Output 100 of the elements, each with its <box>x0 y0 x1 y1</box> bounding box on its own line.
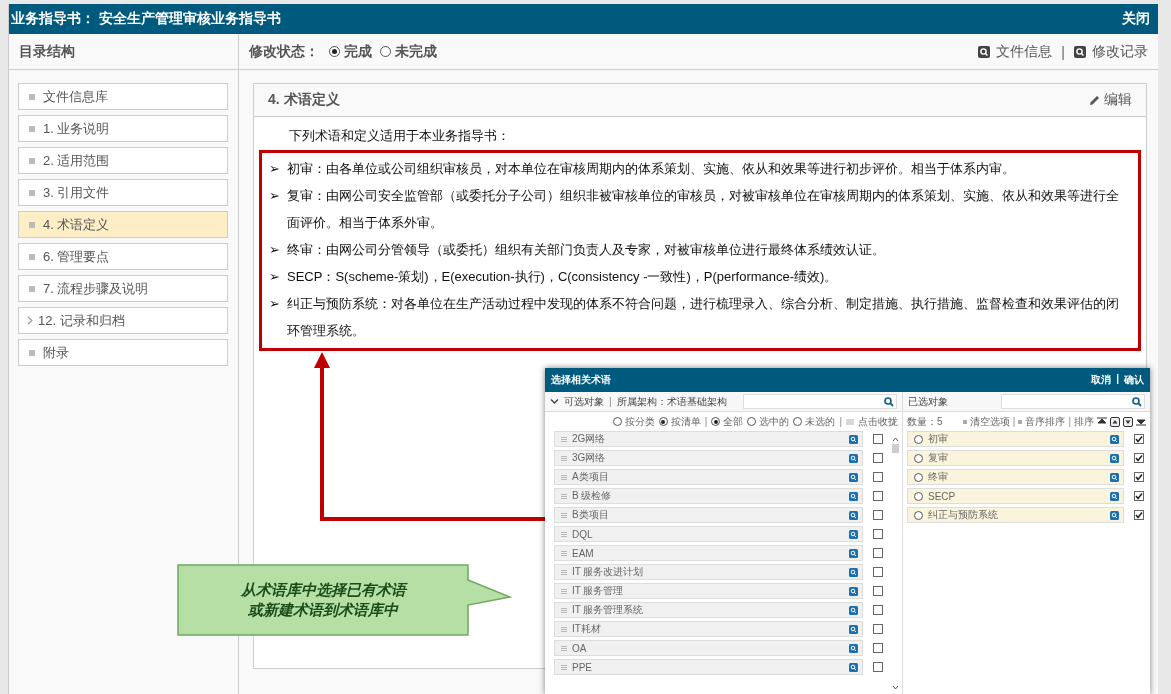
sidebar-item[interactable]: 2. 适用范围 <box>18 147 228 174</box>
search-icon[interactable] <box>1110 510 1119 520</box>
sidebar-item[interactable]: 12. 记录和归档 <box>18 307 228 334</box>
search-icon[interactable] <box>849 662 858 672</box>
move-down-icon[interactable] <box>1123 416 1133 427</box>
search-icon[interactable] <box>849 491 858 501</box>
scroll-thumb[interactable] <box>892 444 899 453</box>
term-item[interactable]: PPE <box>554 659 863 675</box>
radio-button[interactable] <box>658 417 668 426</box>
checkbox[interactable] <box>873 662 883 672</box>
sidebar-item[interactable]: 1. 业务说明 <box>18 115 228 142</box>
radio-label[interactable]: 按清单 <box>670 414 701 429</box>
search-icon[interactable] <box>849 624 858 634</box>
move-bottom-icon[interactable] <box>1136 417 1146 426</box>
term-item[interactable]: IT 服务管理 <box>554 583 863 599</box>
sidebar-item[interactable]: 4. 术语定义 <box>18 211 228 238</box>
checkbox[interactable] <box>873 643 883 653</box>
chevron-icon[interactable] <box>550 398 559 405</box>
checkbox[interactable] <box>1134 510 1144 520</box>
radio-label[interactable]: 未选的 <box>805 414 836 429</box>
sidebar-item[interactable]: 7. 流程步骤及说明 <box>18 275 228 302</box>
search-icon[interactable] <box>849 586 858 596</box>
search-icon[interactable] <box>1132 396 1142 407</box>
move-up-icon[interactable] <box>1110 416 1120 427</box>
search-icon[interactable] <box>1110 491 1119 501</box>
radio-label[interactable]: 全部 <box>723 414 744 429</box>
radio-button[interactable] <box>914 491 923 501</box>
radio-label[interactable]: 完成 <box>344 42 372 61</box>
search-icon[interactable] <box>849 643 858 653</box>
sidebar-item[interactable]: 文件信息库 <box>18 83 228 110</box>
checkbox[interactable] <box>873 548 883 558</box>
checkbox[interactable] <box>1134 491 1144 501</box>
move-top-icon[interactable] <box>1097 417 1107 426</box>
term-item[interactable]: OA <box>554 640 863 656</box>
sidebar-item[interactable]: 6. 管理要点 <box>18 243 228 270</box>
radio-button[interactable] <box>914 453 923 463</box>
checkbox[interactable] <box>873 586 883 596</box>
term-item[interactable]: EAM <box>554 545 863 561</box>
term-item[interactable]: IT 服务改进计划 <box>554 564 863 580</box>
selected-term-item[interactable]: 复审 <box>907 450 1124 466</box>
dialog-action-link[interactable]: 取消 <box>1091 373 1112 387</box>
checkbox[interactable] <box>873 624 883 634</box>
checkbox[interactable] <box>1134 434 1144 444</box>
search-icon[interactable] <box>849 434 858 444</box>
search-field[interactable] <box>743 394 897 409</box>
term-item[interactable]: B类项目 <box>554 507 863 523</box>
search-icon[interactable] <box>849 510 858 520</box>
selected-term-item[interactable]: 纠正与预防系统 <box>907 507 1124 523</box>
radio-button[interactable] <box>612 417 622 426</box>
scroll-down-icon[interactable] <box>892 685 899 690</box>
term-item[interactable]: 3G网络 <box>554 450 863 466</box>
search-field[interactable] <box>1001 394 1145 409</box>
close-link[interactable]: 关闭 <box>1122 10 1150 28</box>
sidebar-item[interactable]: 3. 引用文件 <box>18 179 228 206</box>
checkbox[interactable] <box>873 605 883 615</box>
radio-button[interactable] <box>711 417 721 426</box>
search-icon[interactable] <box>849 605 858 615</box>
search-icon[interactable] <box>1110 453 1119 463</box>
radio-label[interactable]: 未完成 <box>395 42 437 61</box>
checkbox[interactable] <box>873 529 883 539</box>
term-item[interactable]: A类项目 <box>554 469 863 485</box>
radio-button[interactable] <box>914 472 923 482</box>
search-icon[interactable] <box>1110 472 1119 482</box>
header-link[interactable]: 修改记录 <box>1092 42 1148 61</box>
term-item[interactable]: IT耗材 <box>554 621 863 637</box>
radio-button[interactable] <box>380 46 391 57</box>
scroll-up-icon[interactable] <box>892 437 899 442</box>
search-icon[interactable] <box>1074 45 1086 58</box>
checkbox[interactable] <box>1134 453 1144 463</box>
search-icon[interactable] <box>849 529 858 539</box>
search-icon[interactable] <box>849 567 858 577</box>
search-icon[interactable] <box>884 396 894 407</box>
search-icon[interactable] <box>978 45 991 58</box>
sidebar-item[interactable]: 附录 <box>18 339 228 366</box>
radio-button[interactable] <box>329 46 340 57</box>
search-icon[interactable] <box>849 453 858 463</box>
selected-term-item[interactable]: SECP <box>907 488 1124 504</box>
selected-term-item[interactable]: 终审 <box>907 469 1124 485</box>
selected-term-item[interactable]: 初审 <box>907 431 1124 447</box>
checkbox[interactable] <box>1134 472 1144 482</box>
term-item[interactable]: DQL <box>554 526 863 542</box>
edit-link[interactable]: 编辑 <box>1104 91 1132 109</box>
term-item[interactable]: 2G网络 <box>554 431 863 447</box>
checkbox[interactable] <box>873 453 883 463</box>
radio-button[interactable] <box>914 510 923 520</box>
collapse-link[interactable]: 点击收拢 <box>858 414 898 429</box>
radio-label[interactable]: 选中的 <box>759 414 790 429</box>
dialog-action-link[interactable]: 确认 <box>1124 373 1144 387</box>
alpha-sort-link[interactable]: 音序排序 <box>1025 414 1066 429</box>
radio-button[interactable] <box>793 417 803 426</box>
radio-button[interactable] <box>747 417 757 426</box>
pencil-icon[interactable] <box>1088 93 1101 107</box>
checkbox[interactable] <box>873 510 883 520</box>
clear-link[interactable]: 清空选项 <box>969 414 1010 429</box>
search-icon[interactable] <box>1110 434 1119 444</box>
search-icon[interactable] <box>849 548 858 558</box>
header-link[interactable]: 文件信息 <box>996 42 1053 61</box>
radio-label[interactable]: 按分类 <box>624 414 655 429</box>
radio-button[interactable] <box>914 434 923 444</box>
checkbox[interactable] <box>873 567 883 577</box>
